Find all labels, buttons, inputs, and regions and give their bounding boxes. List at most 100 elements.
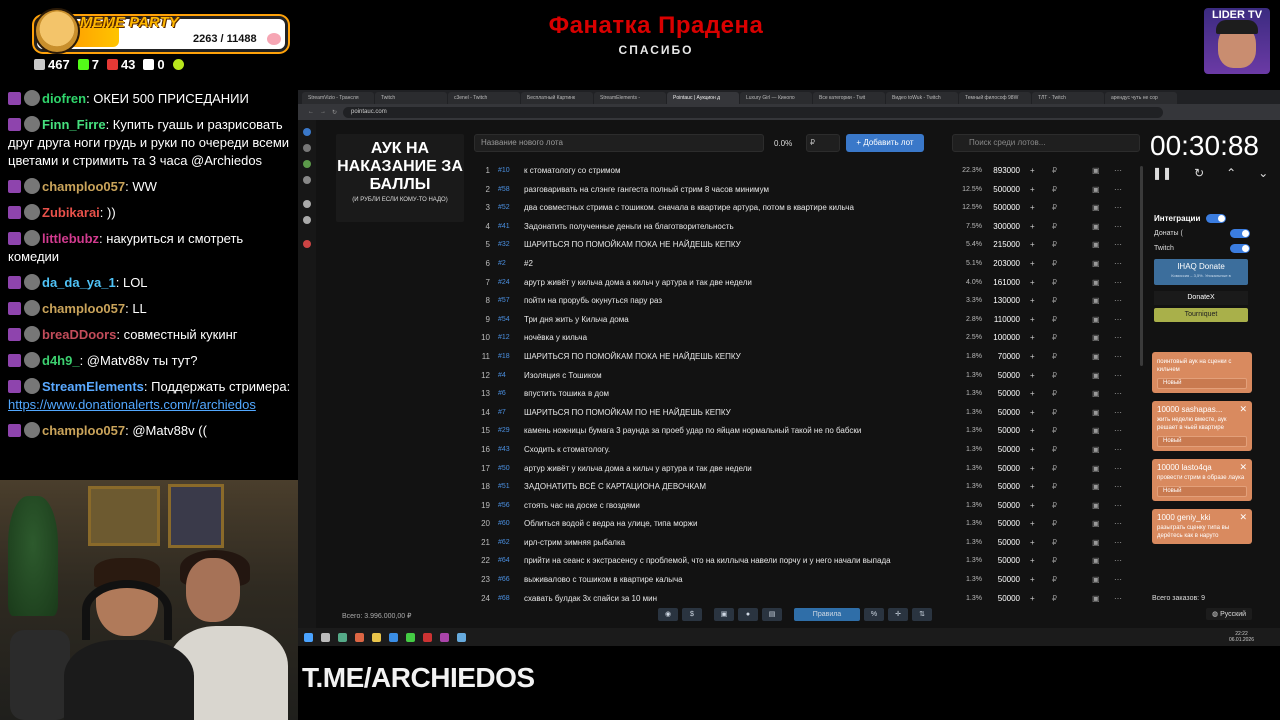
more-icon[interactable]: ⋯	[1114, 236, 1122, 255]
browser-tab[interactable]: StreamVizio - Трансля	[302, 92, 374, 104]
lot-row[interactable]: 24 #68 схавать булдак 3х спайси за 10 мин 1…	[474, 590, 1142, 608]
chevron-down-icon[interactable]: ⌄	[1258, 166, 1268, 180]
plus-icon[interactable]: +	[1030, 590, 1035, 608]
rules-button[interactable]: Правила	[794, 608, 860, 621]
chat-username[interactable]: champloo057	[42, 423, 125, 438]
lot-row[interactable]: 22 #64 прийти на сеанс к экстрасенсу с про…	[474, 552, 1142, 571]
more-icon[interactable]: ⋯	[1114, 181, 1122, 200]
lot-name[interactable]: прийти на сеанс к экстрасенсу с проблемо…	[524, 552, 954, 571]
lot-amount[interactable]: 50000	[986, 497, 1020, 516]
plus-icon[interactable]: +	[1030, 311, 1035, 330]
tourniquet-button[interactable]: Tourniquet	[1154, 308, 1248, 322]
ruble-icon[interactable]: ₽	[1052, 441, 1057, 460]
plus-icon[interactable]: +	[1030, 441, 1035, 460]
ruble-icon[interactable]: ₽	[1052, 571, 1057, 590]
lot-row[interactable]: 19 #56 стоять час на доске с гвоздями 1.3% 5…	[474, 497, 1142, 516]
plus-icon[interactable]: +	[1030, 218, 1035, 237]
auction-icon[interactable]	[303, 128, 311, 136]
trash-icon[interactable]: ▣	[1092, 441, 1100, 460]
more-icon[interactable]: ⋯	[1114, 441, 1122, 460]
integrations-toggle[interactable]	[1206, 214, 1227, 223]
order-status-select[interactable]: Новый	[1157, 378, 1247, 389]
lot-amount[interactable]: 203000	[986, 255, 1020, 274]
more-icon[interactable]: ⋯	[1114, 199, 1122, 218]
amount-input[interactable]: ₽	[806, 134, 840, 152]
lot-amount[interactable]: 70000	[986, 348, 1020, 367]
trash-icon[interactable]: ▣	[1092, 199, 1100, 218]
plus-icon[interactable]: +	[1030, 181, 1035, 200]
app-icon[interactable]	[338, 632, 347, 642]
order-status-select[interactable]: Новый	[1157, 436, 1247, 447]
lot-row[interactable]: 4 #41 Задонатить полученные деньги на благ…	[474, 218, 1142, 237]
trash-icon[interactable]: ▣	[1092, 385, 1100, 404]
more-icon[interactable]: ⋯	[1114, 218, 1122, 237]
ihaq-donate-button[interactable]: IHAQ Donate Комиссия – 3,5%. Уникальные в	[1154, 259, 1248, 285]
trash-icon[interactable]: ▣	[1092, 218, 1100, 237]
trash-icon[interactable]: ▣	[1092, 367, 1100, 386]
lot-name[interactable]: к стоматологу со стримом	[524, 162, 954, 181]
trash-icon[interactable]: ▣	[1092, 404, 1100, 423]
lot-amount[interactable]: 110000	[986, 311, 1020, 330]
lot-name[interactable]: Сходить к стоматологу.	[524, 441, 954, 460]
lot-row[interactable]: 18 #51 ЗАДОНАТИТЬ ВСЁ С КАРТАЦИОНА ДЕВОЧКА…	[474, 478, 1142, 497]
lot-name[interactable]: ирл-стрим зимняя рыбалка	[524, 534, 954, 553]
ruble-icon[interactable]: ₽	[1052, 199, 1057, 218]
trash-icon[interactable]: ▣	[1092, 422, 1100, 441]
start-icon[interactable]	[304, 632, 313, 642]
lot-name[interactable]: артур живёт у кильча дома а кильч у арту…	[524, 460, 954, 479]
ruble-icon[interactable]: ₽	[1052, 274, 1057, 293]
lot-name[interactable]: ШАРИТЬСЯ ПО ПОМОЙКАМ ПО НЕ НАЙДЕШЬ КЕПКУ	[524, 404, 954, 423]
plus-icon[interactable]: +	[1030, 236, 1035, 255]
lot-name[interactable]: выживалово с тошиком в квартире калыча	[524, 571, 954, 590]
chat-username[interactable]: Finn_Firre	[42, 117, 106, 132]
more-icon[interactable]: ⋯	[1114, 292, 1122, 311]
lot-row[interactable]: 3 #52 два совместных стрима с тошиком. сна…	[474, 199, 1142, 218]
trash-icon[interactable]: ▣	[1092, 274, 1100, 293]
plus-icon[interactable]: +	[1030, 329, 1035, 348]
new-lot-input[interactable]: Название нового лота	[474, 134, 764, 152]
trash-icon[interactable]: ▣	[1092, 348, 1100, 367]
lots-scrollbar[interactable]	[1140, 166, 1143, 366]
lot-name[interactable]: ШАРИТЬСЯ ПО ПОМОЙКАМ ПОКА НЕ НАЙДЕШЬ КЕП…	[524, 348, 954, 367]
lot-name[interactable]: ЗАДОНАТИТЬ ВСЁ С КАРТАЦИОНА ДЕВОЧКАМ	[524, 478, 954, 497]
app-icon[interactable]	[423, 632, 432, 642]
plus-icon[interactable]: +	[1030, 274, 1035, 293]
lot-name[interactable]: два совместных стрима с тошиком. сначала…	[524, 199, 954, 218]
logout-icon[interactable]	[303, 240, 311, 248]
trash-icon[interactable]: ▣	[1092, 311, 1100, 330]
move-icon[interactable]: ✛	[888, 608, 908, 621]
lot-row[interactable]: 23 #66 выживалово с тошиком в квартире кал…	[474, 571, 1142, 590]
lot-amount[interactable]: 50000	[986, 571, 1020, 590]
plus-icon[interactable]: +	[1030, 385, 1035, 404]
export-icon[interactable]: ▤	[762, 608, 782, 621]
lot-row[interactable]: 2 #58 разговаривать на слэнге гангеста пол…	[474, 181, 1142, 200]
trash-icon[interactable]: ▣	[1092, 181, 1100, 200]
browser-tab[interactable]: Все категории - Twit	[813, 92, 885, 104]
more-icon[interactable]: ⋯	[1114, 460, 1122, 479]
plus-icon[interactable]: +	[1030, 367, 1035, 386]
ruble-icon[interactable]: ₽	[1052, 590, 1057, 608]
plus-icon[interactable]: +	[1030, 404, 1035, 423]
lot-amount[interactable]: 50000	[986, 367, 1020, 386]
lot-amount[interactable]: 500000	[986, 181, 1020, 200]
lot-amount[interactable]: 50000	[986, 460, 1020, 479]
twitch-toggle[interactable]	[1230, 244, 1250, 253]
order-card[interactable]: 10000 sashapas... ✕ жить неделю вместе, ау…	[1152, 401, 1252, 451]
ruble-icon[interactable]: ₽	[1052, 181, 1057, 200]
lot-row[interactable]: 6 #2 #2 5.1% 203000 + ₽ ▣ ⋯	[474, 255, 1142, 274]
history-icon[interactable]	[303, 176, 311, 184]
more-icon[interactable]: ⋯	[1114, 311, 1122, 330]
lot-row[interactable]: 9 #54 Три дня жить у Кильча дома 2.8% 110000…	[474, 311, 1142, 330]
lot-name[interactable]: камень ножницы бумага 3 раунда за проеб …	[524, 422, 954, 441]
plus-icon[interactable]: +	[1030, 460, 1035, 479]
ruble-icon[interactable]: ₽	[1052, 497, 1057, 516]
plus-icon[interactable]: +	[1030, 534, 1035, 553]
plus-icon[interactable]: +	[1030, 422, 1035, 441]
lot-amount[interactable]: 50000	[986, 534, 1020, 553]
more-icon[interactable]: ⋯	[1114, 478, 1122, 497]
chat-username[interactable]: champloo057	[42, 179, 125, 194]
app-icon[interactable]	[457, 632, 466, 642]
order-card[interactable]: поинтовый аук на сценки с кильчем Новый	[1152, 352, 1252, 393]
donations-toggle[interactable]	[1230, 229, 1250, 238]
ruble-icon[interactable]: ₽	[1052, 236, 1057, 255]
